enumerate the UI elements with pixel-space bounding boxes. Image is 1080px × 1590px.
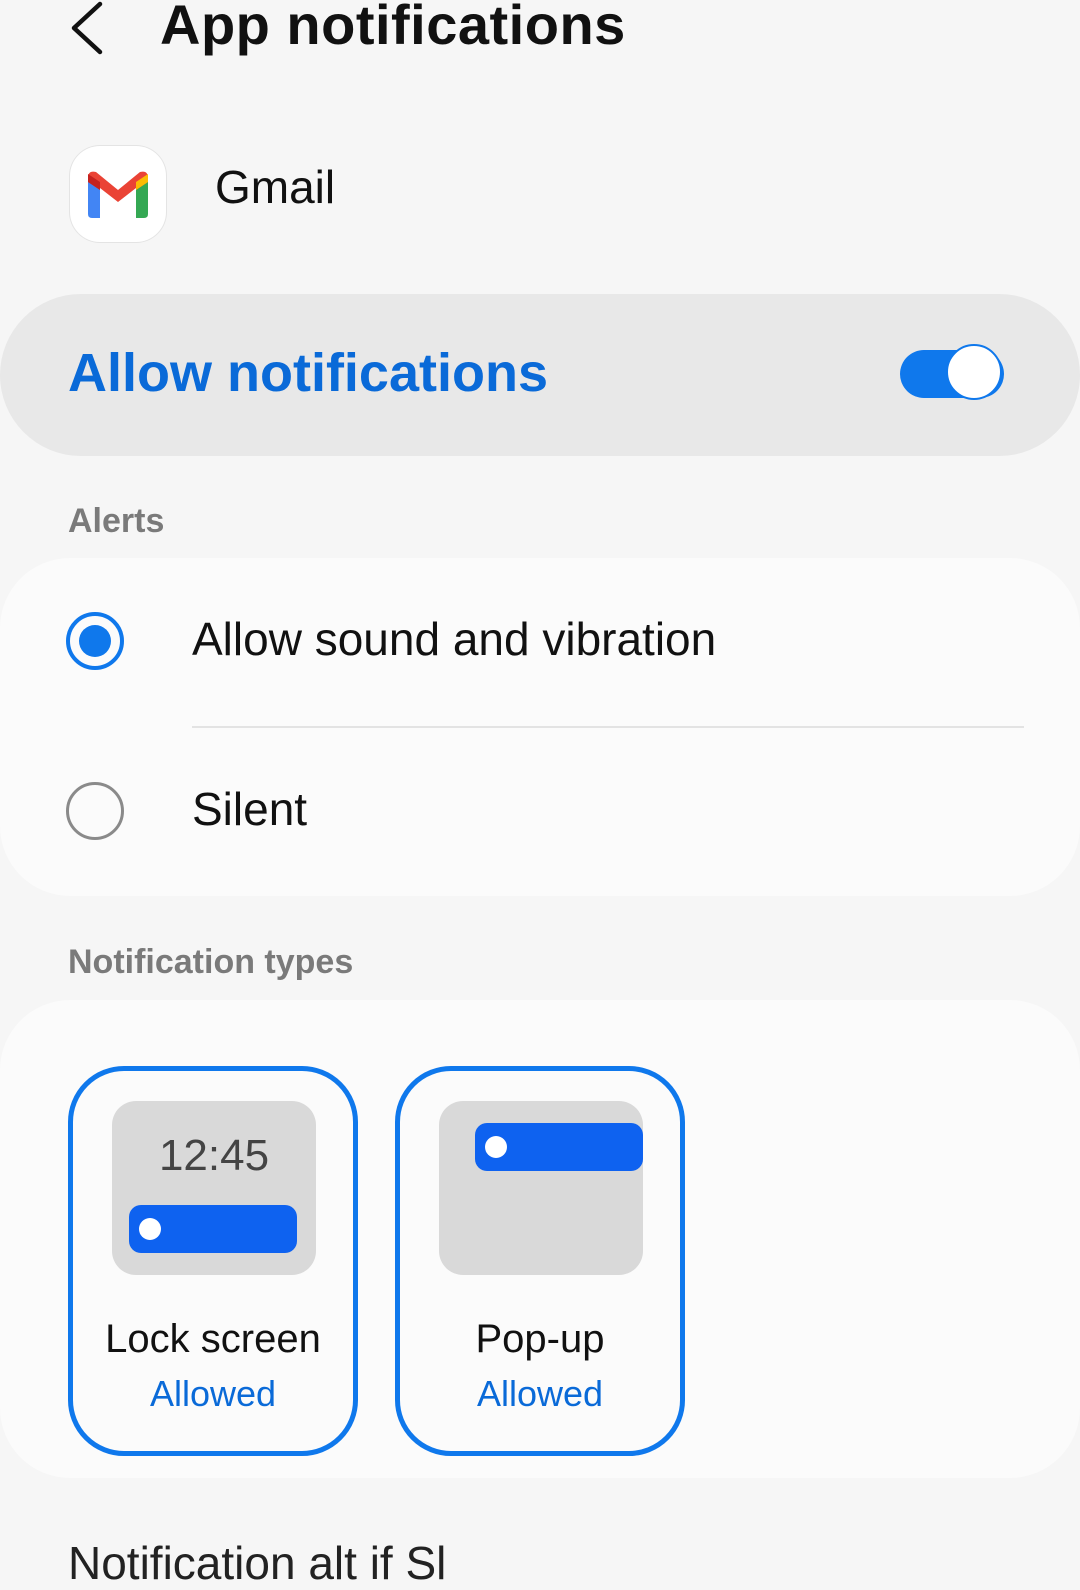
notification-bar-icon xyxy=(129,1205,297,1253)
tile-status: Allowed xyxy=(149,1373,277,1414)
alerts-card: Allow sound and vibration Silent xyxy=(0,558,1080,896)
alert-option-label: Silent xyxy=(192,783,308,835)
alert-option-silent[interactable]: Silent xyxy=(0,728,1080,894)
alert-option-label: Allow sound and vibration xyxy=(192,613,717,665)
lock-screen-tile[interactable]: 12:45 Lock screen Allowed xyxy=(68,1066,358,1456)
toggle-knob xyxy=(946,344,1002,400)
lock-screen-preview-icon: 12:45 xyxy=(112,1101,316,1275)
top-app-bar: App notifications xyxy=(0,0,1080,70)
page-title: App notifications xyxy=(160,0,626,56)
alerts-section-title: Alerts xyxy=(68,502,165,540)
radio-selected-icon[interactable] xyxy=(66,612,124,670)
allow-notifications-row[interactable]: Allow notifications xyxy=(0,294,1080,456)
notification-types-section-title: Notification types xyxy=(68,943,354,981)
app-name: Gmail xyxy=(215,161,336,213)
footer-description: Notification alt if Sl xyxy=(68,1537,447,1589)
tile-name: Lock screen xyxy=(105,1317,321,1361)
notification-bar-icon xyxy=(475,1123,643,1171)
allow-notifications-toggle[interactable] xyxy=(900,344,1006,404)
notification-types-card: 12:45 Lock screen Allowed Pop-up Allowed xyxy=(0,1000,1080,1478)
allow-notifications-label: Allow notifications xyxy=(68,343,548,403)
tile-status: Allowed xyxy=(476,1373,604,1414)
radio-unselected-icon[interactable] xyxy=(66,782,124,840)
back-button[interactable] xyxy=(62,0,118,60)
preview-time: 12:45 xyxy=(158,1131,270,1180)
popup-tile[interactable]: Pop-up Allowed xyxy=(395,1066,685,1456)
chevron-left-icon xyxy=(71,1,103,55)
tile-name: Pop-up xyxy=(475,1317,605,1361)
gmail-logo-icon xyxy=(70,146,166,242)
app-info-row: Gmail xyxy=(0,140,1080,250)
popup-preview-icon xyxy=(439,1101,643,1275)
alert-option-sound-vibration[interactable]: Allow sound and vibration xyxy=(0,558,1080,724)
